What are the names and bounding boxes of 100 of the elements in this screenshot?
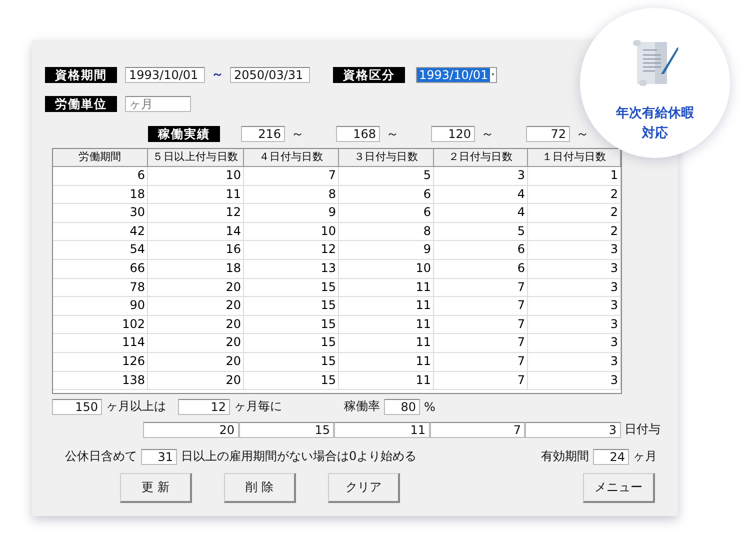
table-cell: 7 xyxy=(434,372,528,390)
range-mark: ～ xyxy=(576,126,589,143)
table-cell: 6 xyxy=(434,241,528,260)
table-cell: 10 xyxy=(244,222,339,242)
table-cell: 1 xyxy=(528,167,621,186)
badge-text: 年次有給休暇 xyxy=(616,105,694,123)
badge-text: 対応 xyxy=(642,124,668,143)
interval-field[interactable]: 12 xyxy=(178,398,230,414)
table-cell: 15 xyxy=(244,352,339,372)
table-cell: 8 xyxy=(244,186,339,204)
holiday-note: 日以上の雇用期間がない場合は0より始める xyxy=(181,448,417,465)
days-field[interactable]: 31 xyxy=(141,448,177,464)
range-mark: ～ xyxy=(291,126,304,143)
table-cell: 15 xyxy=(244,278,339,298)
range-mark: ～ xyxy=(386,126,399,143)
table-cell: 6 xyxy=(53,167,148,186)
field-label: 労働単位 xyxy=(45,96,117,112)
months-field[interactable]: 150 xyxy=(52,398,102,414)
table-cell: 42 xyxy=(53,222,148,242)
table-cell: 11 xyxy=(339,372,434,390)
table-cell: 138 xyxy=(53,372,148,390)
threshold-field[interactable]: 120 xyxy=(431,126,475,142)
table-cell: 114 xyxy=(53,334,148,353)
table-cell: 54 xyxy=(53,241,148,260)
table-cell: 20 xyxy=(148,297,244,316)
action-button[interactable]: 削 除 xyxy=(224,473,296,503)
column-header: ３日付与日数 xyxy=(339,149,434,166)
table-cell: 13 xyxy=(244,260,339,279)
table-cell: 5 xyxy=(434,222,528,242)
grant-field[interactable]: 3 xyxy=(525,422,620,438)
table-cell: 3 xyxy=(434,167,528,186)
table-cell: 78 xyxy=(53,278,148,298)
table-cell: 6 xyxy=(434,260,528,279)
grant-label: 日付与 xyxy=(624,421,660,438)
table-cell: 15 xyxy=(244,297,339,316)
table-cell: 11 xyxy=(339,316,434,334)
grant-field[interactable]: 11 xyxy=(334,422,430,438)
table-cell: 90 xyxy=(53,297,148,316)
threshold-field[interactable]: 216 xyxy=(241,126,285,142)
table-cell: 18 xyxy=(53,186,148,204)
table-cell: 11 xyxy=(148,186,244,204)
date-field[interactable]: 2050/03/31 xyxy=(230,66,310,82)
column-header: 労働期間 xyxy=(53,149,148,166)
table-cell: 7 xyxy=(244,167,339,186)
table-cell: 7 xyxy=(434,297,528,316)
dropdown[interactable]: 1993/10/01 xyxy=(416,66,497,82)
table-cell: 18 xyxy=(148,260,244,279)
table-cell: 3 xyxy=(528,352,621,372)
table-cell: 4 xyxy=(434,186,528,204)
table-cell: 9 xyxy=(244,204,339,223)
column-header: ５日以上付与日数 xyxy=(148,149,244,166)
unit-field[interactable]: ヶ月 xyxy=(125,96,191,112)
validity-label: 有効期間 xyxy=(541,448,589,465)
range-separator: ～ xyxy=(210,66,224,83)
table-cell: 15 xyxy=(244,334,339,353)
months-label: ヶ月以上は xyxy=(106,398,166,415)
table-cell: 20 xyxy=(148,372,244,390)
holiday-label: 公休日含めて xyxy=(65,448,137,465)
table-cell: 10 xyxy=(339,260,434,279)
action-button[interactable]: クリア xyxy=(328,473,400,503)
threshold-field[interactable]: 72 xyxy=(526,126,570,142)
table-cell: 9 xyxy=(339,241,434,260)
table-cell: 4 xyxy=(434,204,528,223)
column-header: ４日付与日数 xyxy=(244,149,339,166)
table-cell: 3 xyxy=(528,260,621,279)
threshold-field[interactable]: 168 xyxy=(336,126,380,142)
table-cell: 15 xyxy=(244,372,339,390)
table-cell: 30 xyxy=(53,204,148,223)
table-cell: 11 xyxy=(339,352,434,372)
table-cell: 14 xyxy=(148,222,244,242)
table-cell: 7 xyxy=(434,316,528,334)
action-button[interactable]: 更 新 xyxy=(120,473,192,503)
table-cell: 20 xyxy=(148,334,244,353)
table-cell: 8 xyxy=(339,222,434,242)
rate-label: 稼働率 xyxy=(344,398,380,415)
table-cell: 3 xyxy=(528,241,621,260)
grant-field[interactable]: 15 xyxy=(238,422,334,438)
date-field[interactable]: 1993/10/01 xyxy=(125,66,205,82)
table-cell: 11 xyxy=(339,297,434,316)
interval-label: ヶ月毎に xyxy=(234,398,282,415)
table-cell: 2 xyxy=(528,222,621,242)
table-cell: 3 xyxy=(528,334,621,353)
table-cell: 10 xyxy=(148,167,244,186)
table-cell: 126 xyxy=(53,352,148,372)
range-mark: ～ xyxy=(481,126,494,143)
table-cell: 7 xyxy=(434,278,528,298)
table-cell: 5 xyxy=(339,167,434,186)
table-cell: 11 xyxy=(339,334,434,353)
validity-field[interactable]: 24 xyxy=(593,448,629,464)
table-cell: 12 xyxy=(244,241,339,260)
table-cell: 3 xyxy=(528,278,621,298)
grant-field[interactable]: 20 xyxy=(143,422,238,438)
field-label: 資格期間 xyxy=(45,66,117,82)
menu-button[interactable]: メニュー xyxy=(583,473,655,503)
grant-field[interactable]: 7 xyxy=(430,422,525,438)
rate-field[interactable]: 80 xyxy=(384,398,420,414)
table-cell: 7 xyxy=(434,352,528,372)
field-label: 資格区分 xyxy=(333,66,405,82)
table-cell: 15 xyxy=(244,316,339,334)
table-cell: 2 xyxy=(528,204,621,223)
